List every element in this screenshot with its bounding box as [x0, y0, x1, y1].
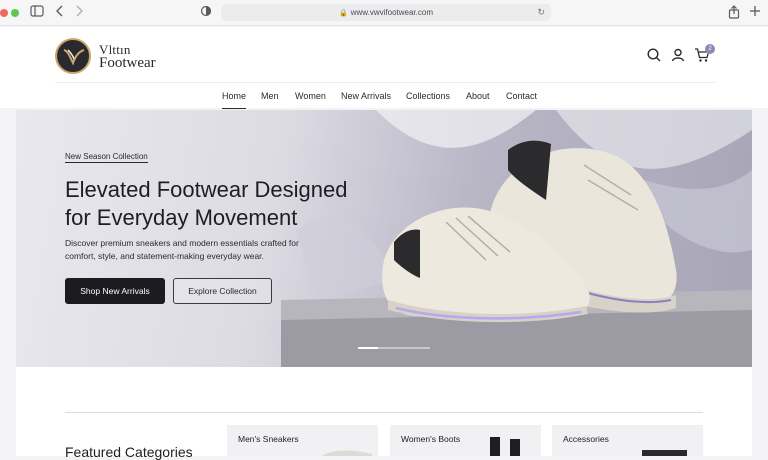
nav-item-contact[interactable]: Contact	[506, 91, 537, 101]
category-card-accessories[interactable]: Accessories	[552, 425, 703, 456]
account-icon[interactable]	[670, 47, 686, 63]
nav-item-women[interactable]: Women	[295, 91, 326, 101]
boots-thumbnail	[490, 437, 520, 456]
hero-headline-line-2: for Everyday Movement	[65, 205, 298, 230]
nav-item-about[interactable]: About	[466, 91, 490, 101]
hero-banner: New Season Collection Elevated Footwear …	[16, 110, 752, 367]
sneaker-thumbnail	[322, 450, 372, 456]
hero-headline-line-1: Elevated Footwear Designed	[65, 177, 348, 202]
main-nav: Home Men Women New Arrivals Collections …	[0, 88, 768, 108]
carousel-indicator-active	[358, 347, 378, 349]
address-bar[interactable]: 🔒 www.vwvifootwear.com ↻	[221, 4, 551, 21]
active-nav-indicator	[222, 108, 246, 109]
hero-description: Discover premium sneakers and modern ess…	[65, 237, 325, 263]
category-card-womens-boots[interactable]: Women's Boots	[390, 425, 541, 456]
shop-new-arrivals-button[interactable]: Shop New Arrivals	[65, 278, 165, 304]
url-text: www.vwvifootwear.com	[350, 8, 433, 17]
privacy-shield-icon[interactable]	[198, 5, 214, 21]
logo-mark-icon	[63, 49, 85, 66]
header-divider	[55, 82, 715, 83]
hero-headline: Elevated Footwear Designed for Everyday …	[65, 176, 395, 232]
explore-collection-button[interactable]: Explore Collection	[173, 278, 272, 304]
nav-item-men[interactable]: Men	[261, 91, 279, 101]
new-tab-icon[interactable]	[747, 5, 763, 21]
hero-description-line-2: comfort, style, and statement-making eve…	[65, 251, 264, 261]
category-label: Men's Sneakers	[238, 434, 299, 444]
logo-wordmark[interactable]: Footwear	[99, 55, 156, 72]
hero-description-line-1: Discover premium sneakers and modern ess…	[65, 238, 299, 248]
section-divider	[65, 412, 703, 413]
back-icon[interactable]	[52, 5, 68, 21]
category-label: Women's Boots	[401, 434, 461, 444]
featured-categories-title: Featured Categories	[65, 444, 193, 460]
category-card-mens-sneakers[interactable]: Men's Sneakers	[227, 425, 378, 456]
category-label: Accessories	[563, 434, 609, 444]
nav-item-collections[interactable]: Collections	[406, 91, 450, 101]
reload-icon[interactable]: ↻	[537, 4, 545, 21]
close-window-button[interactable]	[0, 9, 8, 17]
nav-item-new-arrivals[interactable]: New Arrivals	[341, 91, 391, 101]
forward-icon[interactable]	[71, 5, 87, 21]
lock-icon: 🔒	[339, 10, 348, 17]
brand-logo[interactable]	[55, 38, 91, 74]
hero-eyebrow: New Season Collection	[65, 152, 148, 163]
share-icon[interactable]	[726, 5, 742, 21]
browser-toolbar: 🔒 www.vwvifootwear.com ↻	[0, 0, 768, 26]
accessory-thumbnail	[642, 450, 687, 456]
maximize-window-button[interactable]	[11, 9, 19, 17]
nav-item-home[interactable]: Home	[222, 91, 246, 101]
cart-count-badge: 2	[705, 44, 715, 54]
sidebar-icon[interactable]	[29, 5, 45, 21]
search-icon[interactable]	[646, 47, 662, 63]
